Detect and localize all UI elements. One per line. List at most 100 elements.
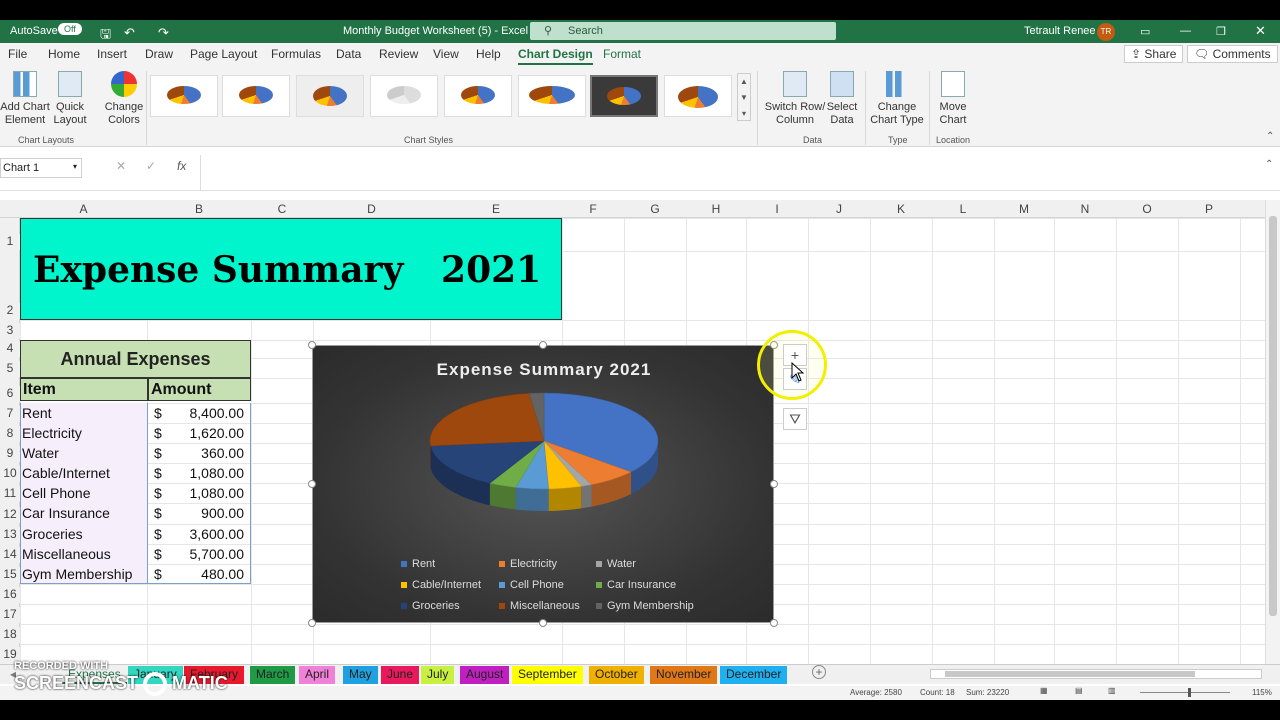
tab-view[interactable]: View [433,47,459,61]
col-header-e[interactable]: E [430,202,562,216]
zoom-slider-thumb[interactable] [1188,688,1191,697]
resize-handle-l[interactable] [308,480,316,488]
legend-entry[interactable]: Cell Phone [499,579,564,591]
search-box[interactable]: ⚲ Search [530,22,836,40]
pie-slice-side-cable-internet[interactable] [548,486,582,511]
row-header-2[interactable]: 2 [0,303,20,319]
row-header-17[interactable]: 17 [0,607,20,623]
sheet-tab-april[interactable]: April [299,666,336,684]
sheet-tab-september[interactable]: September [512,666,583,684]
table-cell-amount[interactable]: 480.00 [150,566,244,582]
chart-styles-scroll[interactable]: ▲ ▼ ▾ [737,73,751,121]
table-cell-item[interactable]: Water [22,445,59,461]
resize-handle-r[interactable] [770,480,778,488]
scrollbar-thumb[interactable] [1269,216,1277,616]
fx-icon[interactable]: fx [177,159,186,173]
sheet-tab-august[interactable]: August [460,666,510,684]
table-cell-item[interactable]: Electricity [22,425,82,441]
normal-view-icon[interactable]: ▦ [1040,686,1048,695]
redo-icon[interactable]: ↷ [158,25,169,41]
row-header-3[interactable]: 3 [0,323,20,339]
legend-entry[interactable]: Miscellaneous [499,600,580,612]
row-header-7[interactable]: 7 [0,406,20,422]
legend-entry[interactable]: Gym Membership [596,600,694,612]
sheet-tab-july[interactable]: July [421,666,455,684]
table-cell-item[interactable]: Cable/Internet [22,465,110,481]
tab-insert[interactable]: Insert [97,47,127,61]
chart-style-7-selected[interactable] [590,75,658,117]
table-cell-item[interactable]: Groceries [22,526,83,542]
table-cell-amount[interactable]: 900.00 [150,505,244,521]
cancel-icon[interactable]: ✕ [116,159,126,173]
legend-entry[interactable]: Cable/Internet [401,579,481,591]
col-header-m[interactable]: M [994,202,1054,216]
pie-chart[interactable]: Expense Summary 2021 Rent Electricity Wate… [308,341,778,627]
ribbon-display-icon[interactable]: ▭ [1140,25,1150,38]
row-header-13[interactable]: 13 [0,527,20,543]
avatar[interactable]: TR [1097,23,1115,41]
tab-review[interactable]: Review [379,47,418,61]
row-header-11[interactable]: 11 [0,486,20,502]
change-colors-button[interactable]: Change Colors [102,71,146,127]
col-header-o[interactable]: O [1116,202,1178,216]
chart-style-8[interactable] [664,75,732,117]
tab-home[interactable]: Home [48,47,80,61]
tab-file[interactable]: File [8,47,27,61]
legend-entry[interactable]: Rent [401,558,435,570]
col-header-i[interactable]: I [746,202,808,216]
page-layout-view-icon[interactable]: ▤ [1075,686,1083,695]
header-amount[interactable]: Amount [151,381,211,399]
enter-icon[interactable]: ✓ [146,159,156,173]
row-header-1[interactable]: 1 [0,234,20,250]
resize-handle-br[interactable] [770,619,778,627]
close-icon[interactable]: ✕ [1255,23,1266,39]
collapse-ribbon-icon[interactable]: ⌃ [1266,131,1274,142]
tab-page-layout[interactable]: Page Layout [190,47,257,61]
chart-style-6[interactable] [518,75,586,117]
row-header-15[interactable]: 15 [0,567,20,583]
col-header-k[interactable]: K [870,202,932,216]
pie-slice-side-cell-phone[interactable] [515,487,549,511]
pie-slice-miscellaneous[interactable] [429,393,545,447]
undo-icon[interactable]: ↶ [124,25,135,41]
table-cell-item[interactable]: Cell Phone [22,485,91,501]
row-header-8[interactable]: 8 [0,426,20,442]
row-header-5[interactable]: 5 [0,361,20,377]
table-cell-amount[interactable]: 8,400.00 [150,405,245,421]
sheet-tab-october[interactable]: October [589,666,644,684]
add-chart-element-button[interactable]: Add Chart Element [0,71,50,127]
pie-plot-area[interactable] [313,376,775,576]
tab-formulas[interactable]: Formulas [271,47,321,61]
restore-icon[interactable]: ❐ [1216,25,1226,38]
col-header-d[interactable]: D [313,202,430,216]
resize-handle-b[interactable] [539,619,547,627]
legend-entry[interactable]: Electricity [499,558,557,570]
table-cell-item[interactable]: Gym Membership [22,566,132,582]
zoom-level[interactable]: 115% [1252,688,1272,697]
page-break-view-icon[interactable]: ▥ [1108,686,1116,695]
table-cell-amount[interactable]: 360.00 [150,445,244,461]
sheet-tab-november[interactable]: November [650,666,718,684]
resize-handle-tl[interactable] [308,341,316,349]
tab-help[interactable]: Help [476,47,501,61]
chart-filter-icon[interactable]: ⛛ [783,408,807,430]
autosave-toggle[interactable]: Off [58,23,82,35]
tab-format[interactable]: Format [603,47,641,61]
sheet-title-cell[interactable]: Expense Summary 2021 [20,218,562,320]
tab-data[interactable]: Data [336,47,361,61]
col-header-b[interactable]: B [147,202,251,216]
table-cell-amount[interactable]: 3,600.00 [150,526,245,542]
zoom-slider[interactable] [1140,692,1230,693]
legend-entry[interactable]: Car Insurance [596,579,676,591]
name-box[interactable]: Chart 1 ▾ [0,158,82,178]
col-header-n[interactable]: N [1054,202,1116,216]
chart-style-5[interactable] [444,75,512,117]
chart-style-4[interactable] [370,75,438,117]
sheet-tab-march[interactable]: March [250,666,296,684]
pie-slice-side-water[interactable] [581,484,592,509]
resize-handle-t[interactable] [539,341,547,349]
resize-handle-bl[interactable] [308,619,316,627]
table-cell-amount[interactable]: 1,080.00 [150,465,245,481]
row-header-12[interactable]: 12 [0,507,20,523]
header-item[interactable]: Item [23,381,56,399]
